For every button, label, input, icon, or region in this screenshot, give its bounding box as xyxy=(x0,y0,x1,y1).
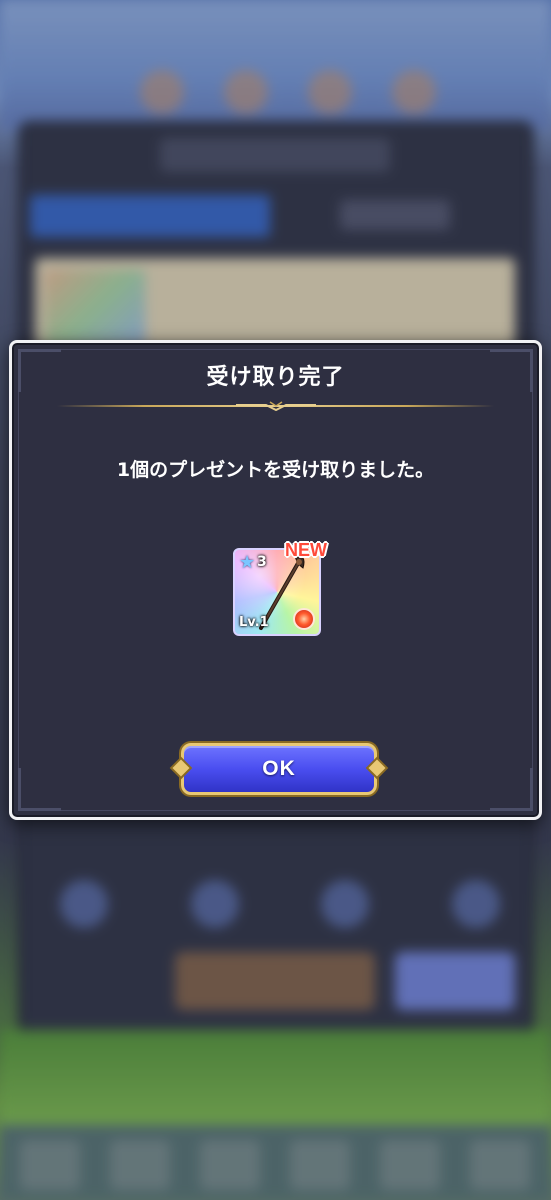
rarity-star-icon: ★ xyxy=(239,552,256,573)
dialog-message: 1個のプレゼントを受け取りました。 xyxy=(116,459,435,481)
fire-element-icon xyxy=(293,608,315,630)
item-rarity: 3 xyxy=(257,554,267,570)
receive-complete-dialog: 受け取り完了 1個のプレゼントを受け取りました。 ★ 3 Lv.1 NEW OK xyxy=(9,340,542,820)
received-item[interactable]: ★ 3 Lv.1 NEW xyxy=(233,540,327,638)
ok-button[interactable]: OK xyxy=(172,743,386,795)
ok-button-label: OK xyxy=(262,757,296,780)
new-badge: NEW xyxy=(285,540,327,560)
frame-corner-ornament xyxy=(490,768,533,811)
dialog-title: 受け取り完了 xyxy=(206,365,345,390)
frame-corner-ornament xyxy=(18,768,61,811)
title-ornament-icon xyxy=(235,401,316,411)
item-icon-frame: ★ 3 Lv.1 xyxy=(233,548,321,636)
item-level: Lv.1 xyxy=(239,615,269,630)
